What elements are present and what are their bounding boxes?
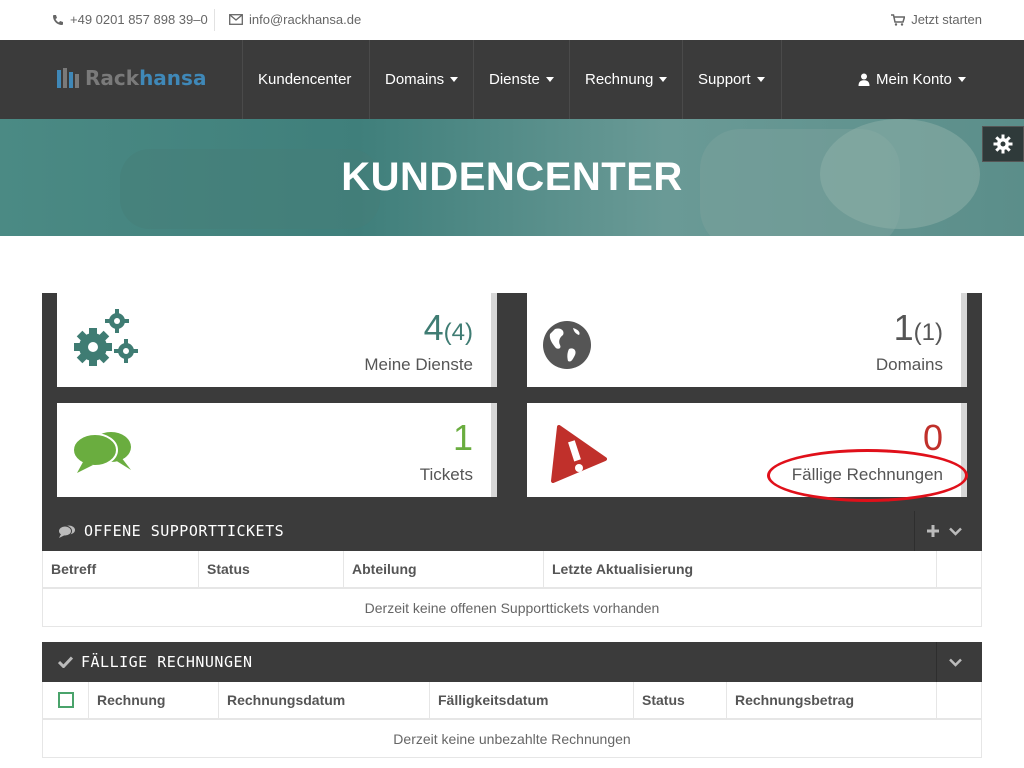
plus-icon[interactable] [927,525,939,537]
nav-support-label: Support [698,71,751,88]
get-started-label: Jetzt starten [911,12,982,27]
services-count: 4(4) [424,307,473,349]
nav-domains[interactable]: Domains [369,40,474,119]
envelope-icon [229,14,243,25]
user-icon [858,73,870,86]
invoices-count: 0 [922,417,943,458]
column-header[interactable]: Abteilung [344,551,544,587]
main-navbar: Rackhansa Kundencenter Domains Dienste R… [0,40,1024,119]
select-all-cell [43,682,89,718]
domains-count-value: 1 [893,307,914,348]
tickets-count: 1 [452,417,473,458]
support-panel-title: OFFENE SUPPORTTICKETS [84,522,285,540]
nav-dienste-label: Dienste [489,71,540,88]
chevron-down-icon [545,77,554,82]
logo-text-rack: Rack [85,66,140,90]
chat-bubbles-icon [72,432,131,473]
gear-icon [993,134,1013,154]
cart-icon [891,13,906,26]
brand-logo[interactable]: Rackhansa [57,66,206,90]
warning-icon [551,425,607,483]
phone-contact[interactable]: +49 0201 857 898 39–0 [52,12,208,27]
globe-icon [543,321,591,369]
phone-icon [53,14,63,25]
email-address: info@rackhansa.de [249,12,362,27]
page-header-banner: KUNDENCENTER [0,119,1024,236]
chevron-down-icon [957,77,966,82]
column-header[interactable]: Rechnungsbetrag [727,682,937,718]
get-started-link[interactable]: Jetzt starten [891,12,982,27]
tile-domains[interactable]: 1(1) Domains [527,293,967,387]
invoice-panel-title: FÄLLIGE RECHNUNGEN [81,653,253,671]
chevron-down-icon [450,77,459,82]
tickets-label: Tickets [419,465,473,484]
comments-icon [58,525,75,538]
panel-tools [914,511,982,551]
panel-tools [936,642,982,682]
column-header[interactable]: Rechnungsdatum [219,682,430,718]
nav-kundencenter[interactable]: Kundencenter [242,40,370,119]
nav-domains-label: Domains [385,71,445,88]
domains-label: Domains [875,355,943,374]
nav-account[interactable]: Mein Konto [843,40,983,119]
services-count-total: (4) [443,319,473,346]
domains-count-total: (1) [913,319,943,346]
nav-account-label: Mein Konto [876,71,952,88]
tile-tickets[interactable]: 1 Tickets [57,403,497,497]
nav-rechnung-label: Rechnung [585,71,654,88]
column-header[interactable]: Status [199,551,344,587]
tile-services[interactable]: 4(4) Meine Dienste [57,293,497,387]
checkmark-icon [58,656,73,668]
gears-icon [74,309,138,366]
services-count-value: 4 [423,307,444,348]
column-header[interactable]: Fälligkeitsdatum [430,682,634,718]
nav-support[interactable]: Support [682,40,782,119]
highlight-circle-annotation [767,449,968,502]
support-table-header: Betreff Status Abteilung Letzte Aktualis… [42,551,982,589]
invoices-empty-message: Derzeit keine unbezahlte Rechnungen [42,720,982,758]
column-header[interactable]: Betreff [43,551,199,587]
due-invoices-panel-header: FÄLLIGE RECHNUNGEN [42,642,982,682]
divider [214,9,215,31]
chevron-down-icon[interactable] [949,527,962,536]
chevron-down-icon [756,77,765,82]
phone-number: +49 0201 857 898 39–0 [70,12,208,27]
nav-dienste[interactable]: Dienste [473,40,570,119]
settings-toggle-button[interactable] [982,126,1024,162]
email-contact[interactable]: info@rackhansa.de [229,12,361,27]
server-rack-icon [57,68,79,88]
invoice-table-header: Rechnung Rechnungsdatum Fälligkeitsdatum… [42,682,982,720]
services-label: Meine Dienste [364,355,473,374]
domains-count: 1(1) [894,307,943,349]
nav-rechnung[interactable]: Rechnung [569,40,683,119]
page-title: KUNDENCENTER [341,155,683,199]
support-tickets-panel-header: OFFENE SUPPORTTICKETS [42,511,982,551]
chevron-down-icon[interactable] [949,658,962,667]
support-empty-message: Derzeit keine offenen Supporttickets vor… [42,589,982,627]
column-header[interactable]: Status [634,682,727,718]
column-header[interactable]: Rechnung [89,682,219,718]
top-contact-bar: +49 0201 857 898 39–0 info@rackhansa.de … [0,0,1024,40]
nav-kundencenter-label: Kundencenter [258,71,352,88]
select-all-checkbox[interactable] [57,692,74,708]
column-header[interactable]: Letzte Aktualisierung [544,551,937,587]
logo-text-hansa: hansa [139,66,207,90]
chevron-down-icon [659,77,668,82]
